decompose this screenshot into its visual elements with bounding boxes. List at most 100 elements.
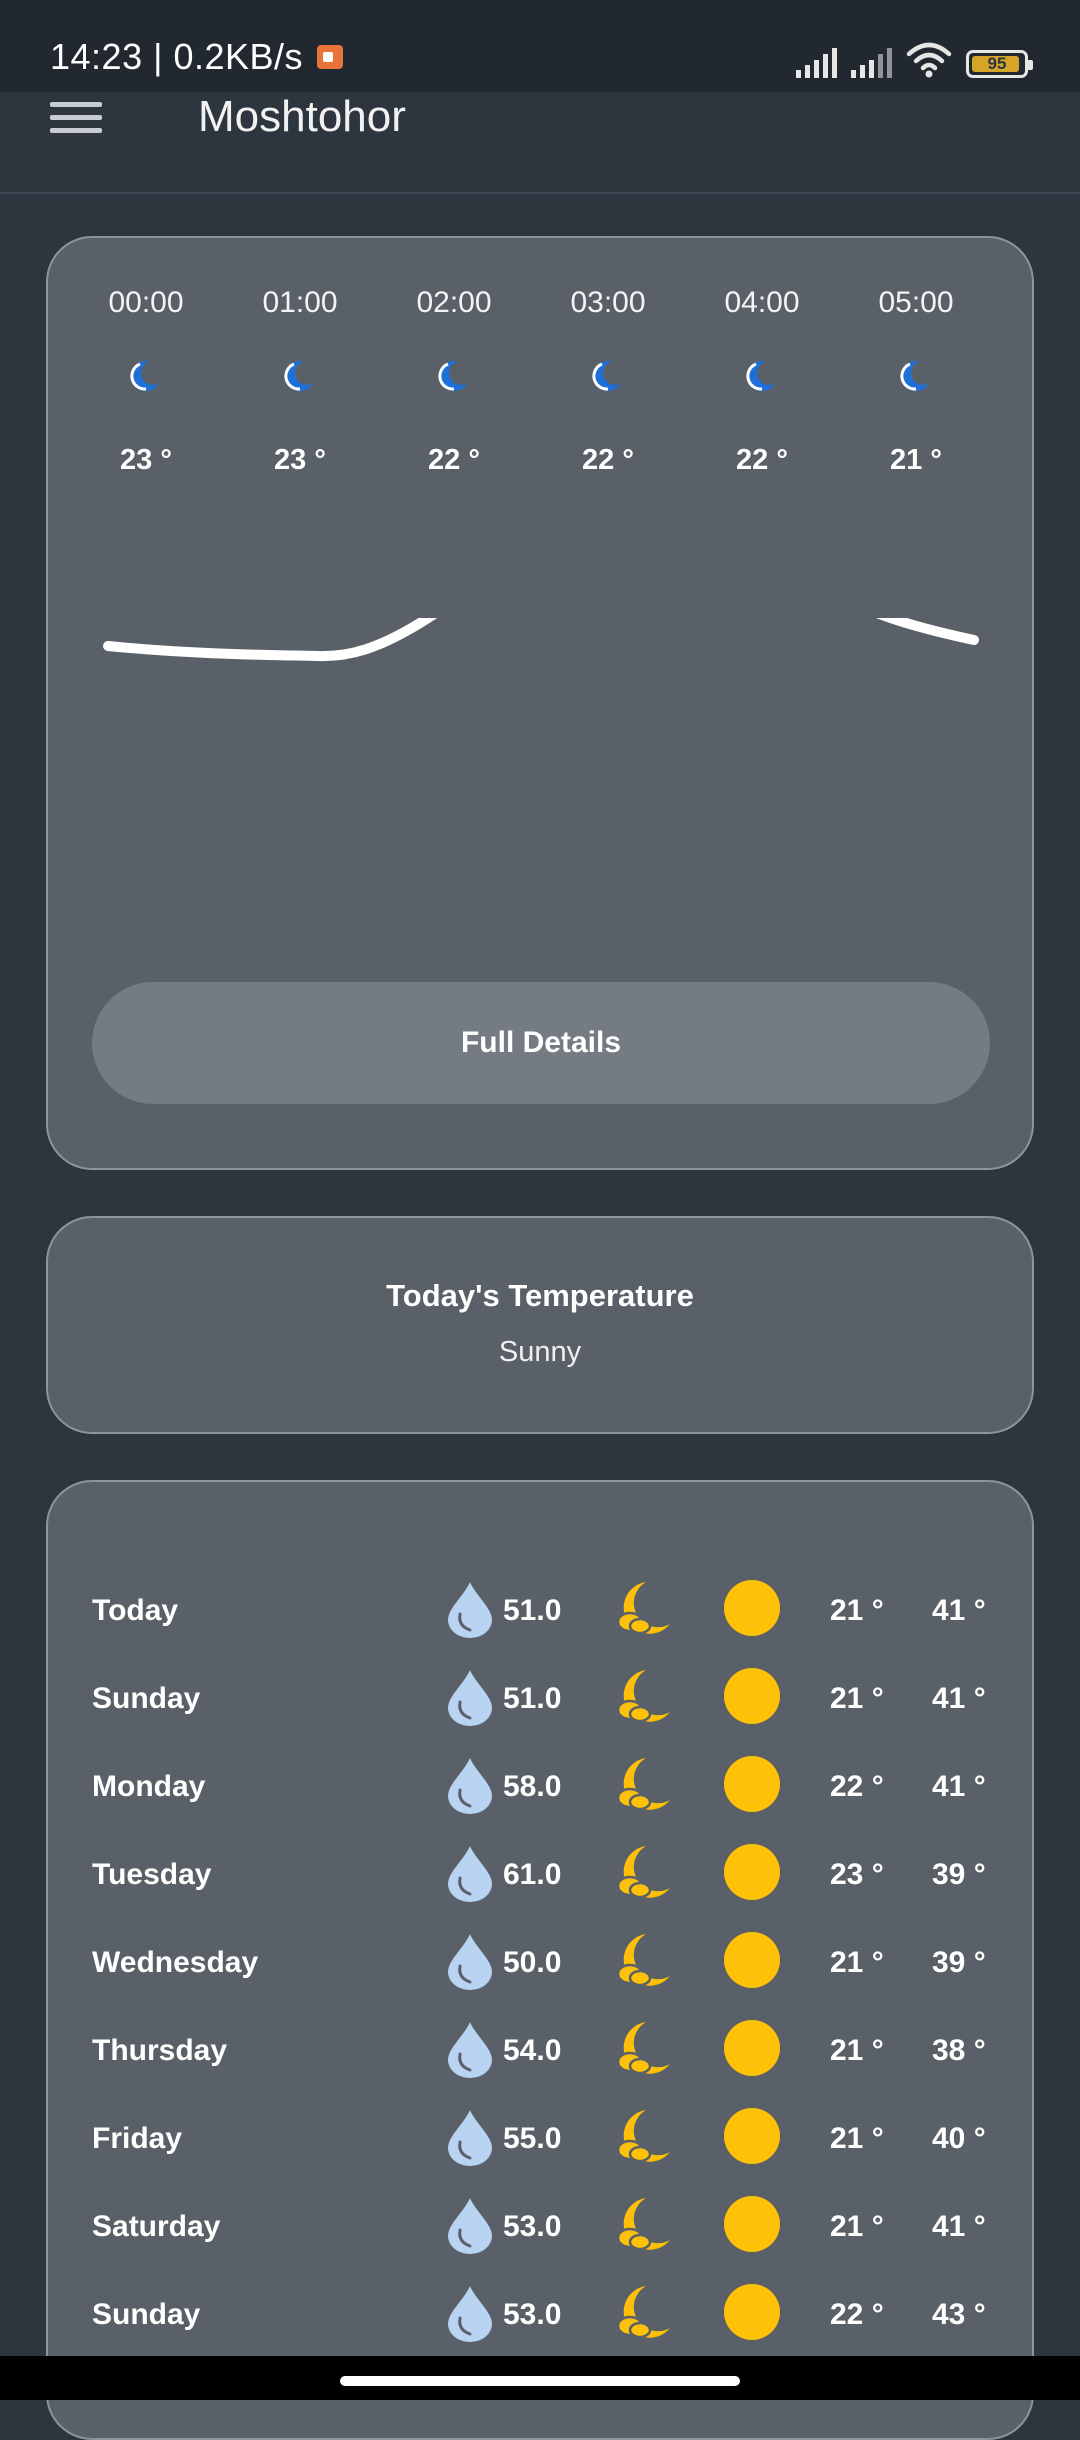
- humidity-value: 58.0: [503, 1770, 562, 1803]
- sun-icon: [724, 1756, 780, 1812]
- day-name: Today: [92, 1594, 179, 1627]
- moon-icon: [86, 356, 206, 400]
- min-temperature: 21 °: [830, 2034, 884, 2067]
- full-details-button[interactable]: Full Details: [92, 982, 990, 1104]
- hourly-item: 01:00 23 °: [240, 286, 360, 477]
- hourly-temperature: 21 °: [890, 444, 942, 476]
- humidity-drop-icon: [448, 1846, 492, 1902]
- hourly-temperature: 23 °: [120, 444, 172, 476]
- hourly-item: 00:00 23 °: [86, 286, 206, 477]
- hourly-item: 03:00 22 °: [548, 286, 668, 477]
- status-left: 14:23 | 0.2KB/s: [50, 36, 344, 78]
- min-temperature: 21 °: [830, 1594, 884, 1627]
- daily-row[interactable]: Today 51.0 21 ° 41 °: [48, 1572, 1036, 1644]
- humidity-value: 50.0: [503, 1946, 562, 1979]
- humidity-value: 61.0: [503, 1858, 562, 1891]
- max-temperature: 40 °: [932, 2122, 986, 2155]
- humidity-drop-icon: [448, 1934, 492, 1990]
- sun-icon: [724, 1580, 780, 1636]
- hourly-temperature: 22 °: [582, 444, 634, 476]
- max-temperature: 39 °: [932, 1946, 986, 1979]
- night-partly-cloudy-icon: [616, 2198, 670, 2251]
- daily-row[interactable]: Tuesday 61.0 23 ° 39 °: [48, 1836, 1036, 1908]
- humidity-value: 54.0: [503, 2034, 562, 2067]
- hourly-temperature-line: [103, 618, 979, 662]
- min-temperature: 23 °: [830, 1858, 884, 1891]
- night-partly-cloudy-icon: [616, 1582, 670, 1635]
- location-title: Moshtohor: [198, 92, 406, 141]
- hourly-item: 02:00 22 °: [394, 286, 514, 477]
- moon-icon: [702, 356, 822, 400]
- status-time-speed: 14:23 | 0.2KB/s: [50, 36, 304, 77]
- moon-icon: [856, 356, 976, 400]
- humidity-drop-icon: [448, 2110, 492, 2166]
- humidity-drop-icon: [448, 1758, 492, 1814]
- day-name: Friday: [92, 2122, 183, 2155]
- sun-icon: [724, 2284, 780, 2340]
- hourly-temperature: 22 °: [736, 444, 788, 476]
- min-temperature: 21 °: [830, 1682, 884, 1715]
- hourly-temperature: 22 °: [428, 444, 480, 476]
- moon-icon: [548, 356, 668, 400]
- signal-icon: [796, 46, 837, 78]
- night-partly-cloudy-icon: [616, 2110, 670, 2163]
- sun-icon: [724, 1844, 780, 1900]
- humidity-value: 55.0: [503, 2122, 562, 2155]
- max-temperature: 41 °: [932, 1682, 986, 1715]
- hourly-forecast-card: 00:00 23 ° 01:00 23 ° 02:00 22 ° 03:00 22 ° 04:0…: [46, 236, 1034, 1170]
- min-temperature: 21 °: [830, 2122, 884, 2155]
- daily-row[interactable]: Saturday 53.0 21 ° 41 °: [48, 2188, 1036, 2260]
- min-temperature: 21 °: [830, 1946, 884, 1979]
- night-partly-cloudy-icon: [616, 1758, 670, 1811]
- humidity-drop-icon: [448, 2198, 492, 2254]
- moon-icon: [394, 356, 514, 400]
- daily-row[interactable]: Thursday 54.0 21 ° 38 °: [48, 2012, 1036, 2084]
- daily-row[interactable]: Wednesday 50.0 21 ° 39 °: [48, 1924, 1036, 1996]
- sun-icon: [724, 2020, 780, 2076]
- sun-icon: [724, 2196, 780, 2252]
- max-temperature: 38 °: [932, 2034, 986, 2067]
- today-condition: Sunny: [498, 1336, 582, 1368]
- humidity-drop-icon: [448, 1670, 492, 1726]
- hamburger-menu-icon[interactable]: [50, 98, 104, 138]
- hourly-item: 04:00 22 °: [702, 286, 822, 477]
- humidity-drop-icon: [448, 1582, 492, 1638]
- battery-icon: 95: [966, 50, 1033, 78]
- hourly-time: 03:00: [570, 286, 646, 319]
- signal-2-icon: [851, 46, 892, 78]
- hourly-time: 00:00: [108, 286, 184, 319]
- night-partly-cloudy-icon: [616, 1846, 670, 1899]
- day-name: Sunday: [92, 1682, 201, 1715]
- navigation-bar: [0, 2356, 1080, 2400]
- day-name: Wednesday: [92, 1946, 259, 1979]
- max-temperature: 41 °: [932, 1594, 986, 1627]
- max-temperature: 39 °: [932, 1858, 986, 1891]
- max-temperature: 43 °: [932, 2298, 986, 2331]
- max-temperature: 41 °: [932, 2210, 986, 2243]
- battery-level: 95: [987, 54, 1007, 73]
- night-partly-cloudy-icon: [616, 1934, 670, 1987]
- sun-icon: [724, 1668, 780, 1724]
- humidity-drop-icon: [448, 2286, 492, 2342]
- hourly-time: 02:00: [416, 286, 492, 319]
- home-gesture-handle[interactable]: [340, 2376, 740, 2386]
- status-bar: 14:23 | 0.2KB/s 95: [0, 0, 1080, 92]
- min-temperature: 22 °: [830, 2298, 884, 2331]
- hourly-item: 05:00 21 °: [856, 286, 976, 477]
- humidity-value: 51.0: [503, 1594, 562, 1627]
- screen-record-icon: [317, 45, 344, 69]
- hourly-temperature: 23 °: [274, 444, 326, 476]
- daily-row[interactable]: Sunday 53.0 22 ° 43 °: [48, 2276, 1036, 2348]
- humidity-value: 53.0: [503, 2298, 562, 2331]
- daily-row[interactable]: Friday 55.0 21 ° 40 °: [48, 2100, 1036, 2172]
- day-name: Saturday: [92, 2210, 221, 2243]
- daily-row[interactable]: Sunday 51.0 21 ° 41 °: [48, 1660, 1036, 1732]
- day-name: Sunday: [92, 2298, 201, 2331]
- daily-row[interactable]: Monday 58.0 22 ° 41 °: [48, 1748, 1036, 1820]
- status-right: 95: [796, 42, 1033, 78]
- day-name: Thursday: [92, 2034, 228, 2067]
- day-name: Tuesday: [92, 1858, 212, 1891]
- today-title: Today's Temperature: [386, 1278, 694, 1313]
- hourly-time: 04:00: [724, 286, 800, 319]
- humidity-drop-icon: [448, 2022, 492, 2078]
